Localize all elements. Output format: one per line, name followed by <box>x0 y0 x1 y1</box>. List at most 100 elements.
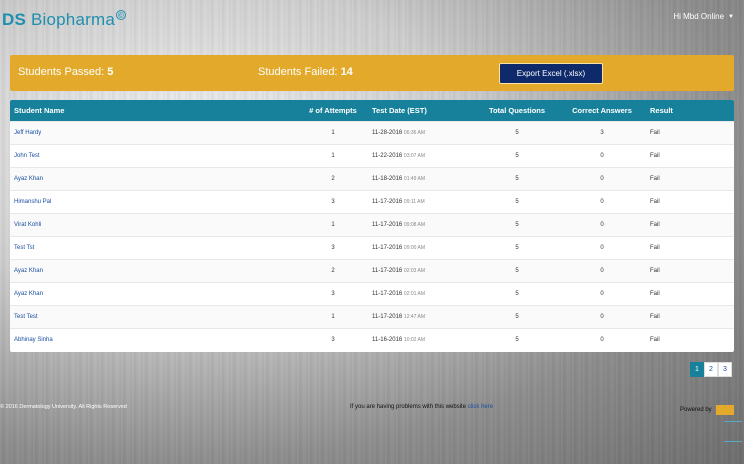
correct-answers-cell: 0 <box>558 189 646 213</box>
result-cell: Fail <box>646 304 734 328</box>
attempts-cell: 3 <box>298 235 368 259</box>
test-date-value: 11-17-2016 <box>372 290 403 297</box>
test-date-cell: 11-18-2016 01:49 AM <box>368 166 476 190</box>
student-name-link[interactable]: Test Test <box>10 304 298 328</box>
test-date-cell: 11-17-2016 02:03 AM <box>368 258 476 282</box>
results-table: Student Name # of Attempts Test Date (ES… <box>10 100 734 351</box>
correct-answers-cell: 0 <box>558 235 646 259</box>
col-correct-answers[interactable]: Correct Answers <box>558 100 646 121</box>
result-cell: Fail <box>646 189 734 213</box>
results-summary-bar: Students Passed: 5 Students Failed: 14 E… <box>10 55 734 91</box>
col-attempts[interactable]: # of Attempts <box>298 100 368 121</box>
result-cell: Fail <box>646 281 734 305</box>
table-row[interactable]: Abhinay Sinha 3 11-16-2016 10:02 AM 5 0 Fail <box>10 327 734 351</box>
table-row[interactable]: Test Tst 3 11-17-2016 09:00 AM 5 0 Fail <box>10 235 734 259</box>
passed-label: Students Passed: <box>18 66 105 78</box>
attempts-cell: 2 <box>298 166 368 190</box>
failed-count: 14 <box>340 66 353 78</box>
test-time-value: 10:02 AM <box>403 336 426 343</box>
table-header-row: Student Name # of Attempts Test Date (ES… <box>10 100 734 121</box>
test-date-cell: 11-16-2016 10:02 AM <box>368 327 476 351</box>
user-menu[interactable]: Hi Mbd Online ▼ <box>673 12 734 21</box>
table-row[interactable]: Jeff Hardy 1 11-28-2016 06:36 AM 5 3 Fail <box>10 120 734 144</box>
total-questions-cell: 5 <box>476 189 558 213</box>
col-student-name[interactable]: Student Name <box>10 100 298 121</box>
student-name-link[interactable]: Ayaz Khan <box>10 281 298 305</box>
footer-copyright: © 2016 Dermatology University. All Right… <box>0 404 127 410</box>
student-name-link[interactable]: Virat Kohli <box>10 212 298 236</box>
help-link[interactable]: click here <box>468 404 493 410</box>
table-row[interactable]: Ayaz Khan 3 11-17-2016 02:01 AM 5 0 Fail <box>10 281 734 305</box>
student-name-link[interactable]: Himanshu Pal <box>10 189 298 213</box>
attempts-cell: 1 <box>298 212 368 236</box>
total-questions-cell: 5 <box>476 258 558 282</box>
student-name-link[interactable]: Ayaz Khan <box>10 258 298 282</box>
table-row[interactable]: John Test 1 11-22-2016 03:07 AM 5 0 Fail <box>10 143 734 167</box>
total-questions-cell: 5 <box>476 212 558 236</box>
attempts-cell: 1 <box>298 304 368 328</box>
export-excel-button[interactable]: Export Excel (.xlsx) <box>499 63 603 84</box>
total-questions-cell: 5 <box>476 166 558 190</box>
correct-answers-cell: 0 <box>558 281 646 305</box>
brand-logo[interactable]: DS Biopharma © <box>2 10 126 30</box>
attempts-cell: 3 <box>298 281 368 305</box>
user-greeting: Hi Mbd Online <box>673 12 725 21</box>
test-date-cell: 11-28-2016 06:36 AM <box>368 120 476 144</box>
attempts-cell: 2 <box>298 258 368 282</box>
test-time-value: 01:49 AM <box>403 175 426 182</box>
page-button-3[interactable]: 3 <box>718 362 732 377</box>
page-button-2[interactable]: 2 <box>704 362 718 377</box>
test-time-value: 06:36 AM <box>403 129 426 136</box>
table-row[interactable]: Himanshu Pal 3 11-17-2016 09:11 AM 5 0 Fail <box>10 189 734 213</box>
test-date-cell: 11-17-2016 09:00 AM <box>368 235 476 259</box>
student-name-link[interactable]: Jeff Hardy <box>10 120 298 144</box>
result-cell: Fail <box>646 120 734 144</box>
student-name-link[interactable]: Ayaz Khan <box>10 166 298 190</box>
test-date-value: 11-17-2016 <box>372 221 403 228</box>
col-test-date[interactable]: Test Date (EST) <box>368 100 476 121</box>
test-date-cell: 11-22-2016 03:07 AM <box>368 143 476 167</box>
test-date-cell: 11-17-2016 09:11 AM <box>368 189 476 213</box>
student-name-link[interactable]: Test Tst <box>10 235 298 259</box>
test-time-value: 09:08 AM <box>403 221 426 228</box>
test-date-value: 11-17-2016 <box>372 244 403 251</box>
test-time-value: 02:01 AM <box>403 290 426 297</box>
total-questions-cell: 5 <box>476 327 558 351</box>
test-date-value: 11-17-2016 <box>372 313 403 320</box>
top-bar: DS Biopharma © Hi Mbd Online ▼ <box>0 0 744 40</box>
student-name-link[interactable]: Abhinay Sinha <box>10 327 298 351</box>
powered-by-logo[interactable] <box>715 405 734 415</box>
test-date-value: 11-28-2016 <box>372 129 403 136</box>
powered-by-label: Powered by <box>680 407 712 413</box>
total-questions-cell: 5 <box>476 304 558 328</box>
student-name-link[interactable]: John Test <box>10 143 298 167</box>
powered-by: Powered by <box>680 405 734 415</box>
correct-answers-cell: 0 <box>558 258 646 282</box>
chevron-down-icon: ▼ <box>728 13 734 20</box>
logo-light-text: Biopharma <box>30 10 115 29</box>
result-cell: Fail <box>646 166 734 190</box>
page-button-1[interactable]: 1 <box>690 362 704 377</box>
correct-answers-cell: 0 <box>558 166 646 190</box>
test-time-value: 09:11 AM <box>403 198 425 205</box>
table-row[interactable]: Ayaz Khan 2 11-18-2016 01:49 AM 5 0 Fail <box>10 166 734 190</box>
students-failed: Students Failed: 14 <box>258 66 353 78</box>
test-time-value: 09:00 AM <box>403 244 426 251</box>
attempts-cell: 3 <box>298 189 368 213</box>
test-date-cell: 11-17-2016 12:47 AM <box>368 304 476 328</box>
students-passed: Students Passed: 5 <box>18 66 113 78</box>
col-result[interactable]: Result <box>646 100 734 121</box>
attempts-cell: 3 <box>298 327 368 351</box>
table-row[interactable]: Ayaz Khan 2 11-17-2016 02:03 AM 5 0 Fail <box>10 258 734 282</box>
correct-answers-cell: 0 <box>558 327 646 351</box>
logo-mark-icon: © <box>115 10 126 20</box>
logo-bold-text: DS <box>2 10 27 29</box>
table-row[interactable]: Virat Kohli 1 11-17-2016 09:08 AM 5 0 Fail <box>10 212 734 236</box>
help-text: If you are having problems with this web… <box>350 404 467 410</box>
test-date-value: 11-17-2016 <box>372 267 403 274</box>
table-row[interactable]: Test Test 1 11-17-2016 12:47 AM 5 0 Fail <box>10 304 734 328</box>
failed-label: Students Failed: <box>258 66 338 78</box>
pagination: 123 <box>690 362 732 377</box>
col-total-questions[interactable]: Total Questions <box>476 100 558 121</box>
table-body: Jeff Hardy 1 11-28-2016 06:36 AM 5 3 Fail John… <box>10 120 734 351</box>
